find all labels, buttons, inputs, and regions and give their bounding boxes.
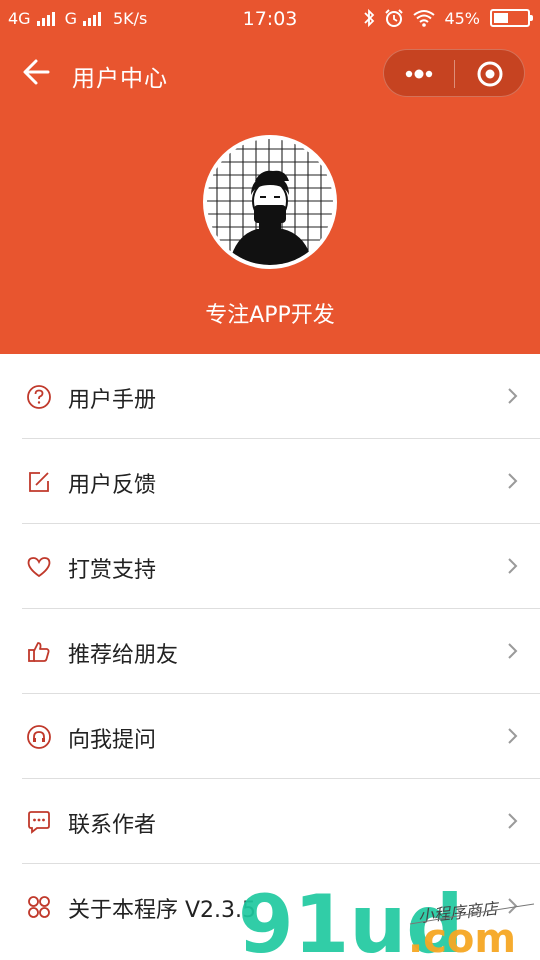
menu-item-feedback[interactable]: 用户反馈 — [0, 439, 540, 524]
menu-item-label: 联系作者 — [68, 813, 157, 838]
grid-petals-icon — [28, 896, 50, 918]
chevron-right-icon — [508, 558, 518, 574]
menu-item-donate[interactable]: 打赏支持 — [0, 524, 540, 609]
battery-level — [494, 13, 508, 23]
chevron-right-icon — [508, 473, 518, 489]
more-dots-icon — [405, 69, 433, 79]
chevron-right-icon — [508, 728, 518, 744]
wifi-icon — [413, 10, 436, 27]
menu-item-label: 关于本程序 V2.3.5 — [68, 898, 257, 923]
menu-item-contact-author[interactable]: 联系作者 — [0, 779, 540, 864]
chat-icon — [28, 811, 50, 834]
bluetooth-icon — [364, 8, 375, 28]
menu-item-user-manual[interactable]: 用户手册 — [0, 354, 540, 439]
chevron-right-icon — [508, 898, 518, 914]
back-button[interactable] — [20, 54, 56, 90]
menu-item-label: 推荐给朋友 — [68, 643, 179, 668]
battery-icon — [490, 9, 533, 27]
thumbs-up-icon — [28, 642, 50, 662]
menu-item-label: 向我提问 — [68, 728, 157, 753]
battery-percent: 45% — [444, 8, 480, 28]
menu-list: 用户手册 用户反馈 打赏支持 推荐给朋友 向我提问 联系作者 关于本程序 V2.… — [0, 354, 540, 960]
headset-icon — [27, 725, 51, 749]
status-right: 45% — [362, 8, 533, 28]
heart-icon — [27, 557, 51, 578]
chevron-right-icon — [508, 388, 518, 404]
menu-item-label: 用户反馈 — [68, 473, 157, 498]
profile-tagline: 专注APP开发 — [205, 303, 335, 328]
alarm-icon — [385, 9, 404, 27]
avatar-image — [207, 139, 333, 265]
edit-icon — [29, 472, 49, 492]
avatar[interactable] — [203, 135, 337, 269]
target-icon — [477, 61, 503, 87]
header-banner: 4G G 5K/s 17:03 45% 用户中心 专注APP开发 — [0, 0, 540, 354]
arrow-left-icon — [23, 59, 50, 85]
menu-item-label: 用户手册 — [68, 388, 157, 413]
menu-item-ask-me[interactable]: 向我提问 — [0, 694, 540, 779]
menu-item-about[interactable]: 关于本程序 V2.3.5 — [0, 864, 540, 949]
menu-item-label: 打赏支持 — [68, 558, 157, 583]
menu-item-recommend[interactable]: 推荐给朋友 — [0, 609, 540, 694]
close-button[interactable] — [455, 50, 525, 98]
mini-program-capsule — [383, 49, 525, 97]
chevron-right-icon — [508, 643, 518, 659]
more-button[interactable] — [384, 50, 454, 98]
chevron-right-icon — [508, 813, 518, 829]
page-title: 用户中心 — [72, 66, 168, 92]
question-circle-icon — [27, 385, 51, 409]
status-bar: 4G G 5K/s 17:03 45% — [0, 0, 540, 38]
navigation-bar: 用户中心 — [0, 42, 540, 106]
